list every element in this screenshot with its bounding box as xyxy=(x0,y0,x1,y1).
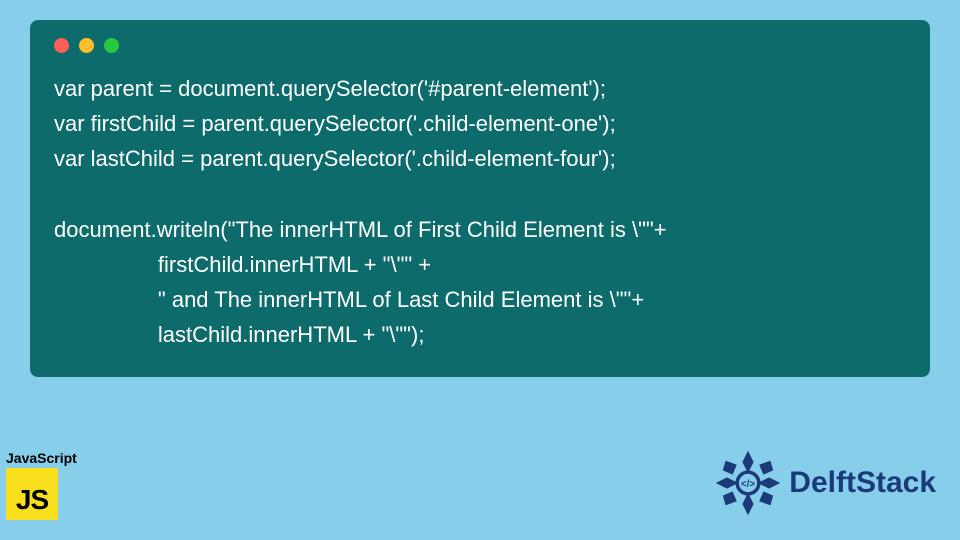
javascript-badge: JavaScript JS xyxy=(6,450,77,520)
close-icon xyxy=(54,38,69,53)
code-line: firstChild.innerHTML + "\"" + xyxy=(54,252,431,277)
javascript-icon-text: JS xyxy=(16,484,48,516)
code-line: var parent = document.querySelector('#pa… xyxy=(54,76,606,101)
code-line: lastChild.innerHTML + "\""); xyxy=(54,322,424,347)
code-window: var parent = document.querySelector('#pa… xyxy=(30,20,930,377)
brand-logo-icon: </> xyxy=(713,448,783,518)
javascript-icon: JS xyxy=(6,468,58,520)
brand-badge: </> DelftStack xyxy=(713,448,936,518)
svg-text:</>: </> xyxy=(741,479,755,490)
code-line: var lastChild = parent.querySelector('.c… xyxy=(54,146,616,171)
window-controls xyxy=(54,38,906,53)
code-line: var firstChild = parent.querySelector('.… xyxy=(54,111,616,136)
brand-name: DelftStack xyxy=(789,466,936,500)
code-block: var parent = document.querySelector('#pa… xyxy=(54,71,906,353)
code-line: document.writeln("The innerHTML of First… xyxy=(54,217,667,242)
maximize-icon xyxy=(104,38,119,53)
javascript-label: JavaScript xyxy=(6,450,77,466)
minimize-icon xyxy=(79,38,94,53)
code-line: " and The innerHTML of Last Child Elemen… xyxy=(54,287,644,312)
